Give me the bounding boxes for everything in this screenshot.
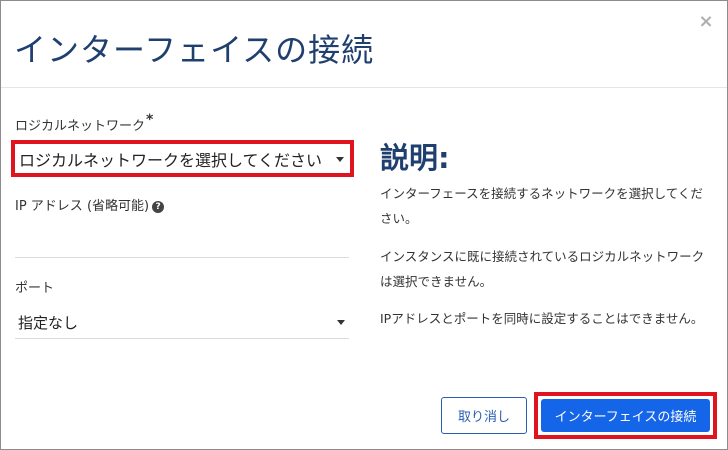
port-label: ポート — [15, 281, 55, 296]
description-paragraph: IPアドレスとポートを同時に設定することはできません。 — [380, 311, 704, 326]
description-title: 説明: — [380, 141, 450, 175]
connect-button-highlight: インターフェイスの接続 — [534, 392, 717, 439]
network-label-wrap: ロジカルネットワーク* — [15, 112, 154, 134]
help-icon[interactable]: ? — [152, 200, 165, 213]
close-icon[interactable]: × — [697, 13, 715, 31]
header-divider — [1, 87, 727, 88]
dialog-title: インターフェイスの接続 — [14, 31, 375, 69]
ip-address-label: IP アドレス (省略可能) — [15, 199, 150, 214]
ip-address-underline — [15, 257, 349, 258]
network-select-highlight: ロジカルネットワークを選択してください — [11, 140, 354, 177]
port-select-value: 指定なし — [18, 313, 79, 332]
attach-interface-dialog: インターフェイスの接続 × ロジカルネットワーク* ロジカルネットワークを選択し… — [0, 0, 728, 450]
network-label: ロジカルネットワーク — [15, 119, 146, 134]
description-paragraph: インターフェースを接続するネットワークを選択してください。 — [380, 186, 703, 226]
attach-interface-button[interactable]: インターフェイスの接続 — [541, 399, 710, 432]
chevron-down-icon — [336, 156, 344, 162]
chevron-down-icon — [337, 319, 345, 325]
cancel-button[interactable]: 取り消し — [441, 397, 527, 434]
port-underline — [15, 338, 349, 339]
network-select-value: ロジカルネットワークを選択してください — [19, 151, 323, 170]
required-indicator: * — [146, 112, 154, 128]
port-select[interactable]: 指定なし — [18, 310, 349, 334]
network-select[interactable]: ロジカルネットワークを選択してください — [19, 147, 344, 171]
description-paragraph: インスタンスに既に接続されているロジカルネットワークは選択できません。 — [380, 249, 705, 289]
ip-address-label-wrap: IP アドレス (省略可能)? — [15, 195, 165, 214]
ip-address-input[interactable] — [15, 225, 349, 255]
